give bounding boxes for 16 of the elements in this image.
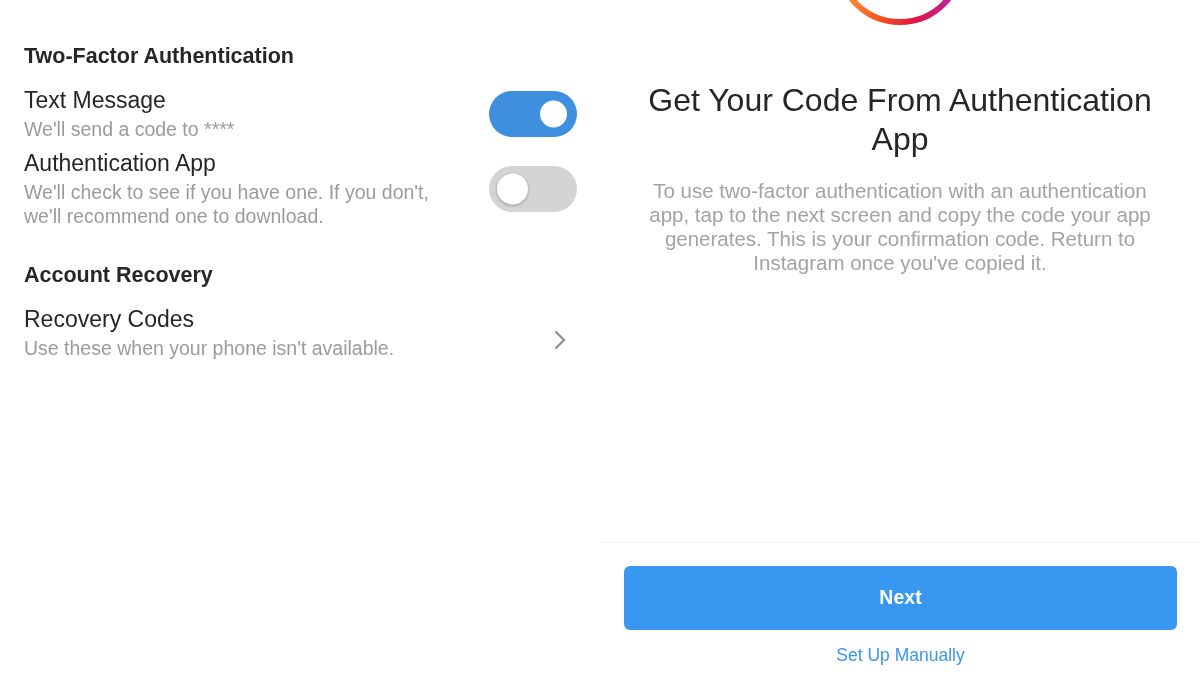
- set-up-manually-link[interactable]: Set Up Manually: [836, 645, 965, 665]
- setting-description: Use these when your phone isn't available.: [24, 336, 396, 360]
- setting-description: We'll send a code to ****: [24, 117, 236, 141]
- screen-title: Get Your Code From Authentication App: [647, 81, 1153, 159]
- setting-description: We'll check to see if you have one. If you don't, we'll recommend one to download.: [24, 180, 430, 228]
- setting-label: Authentication App: [24, 149, 217, 177]
- setting-label: Recovery Codes: [24, 305, 196, 333]
- section-heading: Account Recovery: [24, 263, 214, 287]
- instructions-text: To use two-factor authentication with an authentication app, tap to the next screen and copy the code your app generates. This is your confirmation code. Return to Instagram once you've copied it.: [648, 179, 1152, 275]
- toggle-switch[interactable]: [489, 165, 577, 212]
- chevron-right-icon[interactable]: [553, 330, 567, 350]
- ring-icon: [848, 0, 952, 26]
- toggle-switch[interactable]: [489, 90, 577, 137]
- setting-label: Text Message: [24, 86, 167, 114]
- section-heading: Two-Factor Authentication: [24, 44, 295, 68]
- next-button[interactable]: Next: [624, 566, 1177, 630]
